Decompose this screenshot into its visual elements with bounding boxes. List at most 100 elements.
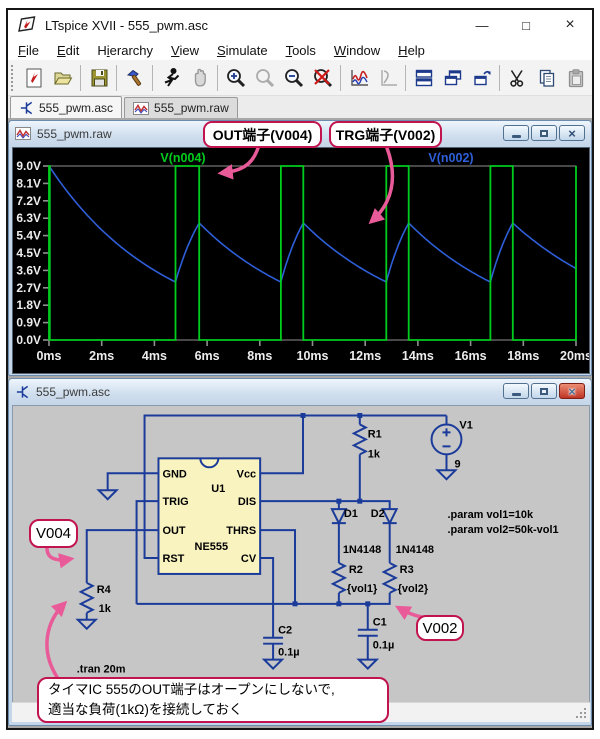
spice-error-log-button[interactable] [373, 63, 402, 93]
x-tick-label: 8ms [247, 349, 272, 363]
zoom-out-button[interactable] [279, 63, 308, 93]
legend-v-n002[interactable]: V(n002) [428, 151, 473, 165]
menu-view[interactable]: View [163, 42, 207, 59]
menu-help[interactable]: Help [390, 42, 433, 59]
waveform-window: 555_pwm.raw × 9.0V8.1V7.2V6.3V5.4V4.5V3.… [8, 120, 592, 376]
svg-text:{vol1}: {vol1} [347, 583, 378, 595]
wave-restore-button[interactable] [531, 125, 557, 141]
schematic-icon [19, 101, 34, 115]
menu-hierarchy[interactable]: Hierarchy [89, 42, 161, 59]
legend-v-n004[interactable]: V(n004) [160, 151, 205, 165]
note-line-2: 適当な負荷(1kΩ)を接続しておく [48, 700, 243, 720]
y-tick-label: 3.6V [16, 263, 41, 277]
cascade-windows-button[interactable] [467, 63, 496, 93]
v004-callout: V004 [29, 519, 78, 548]
x-tick-label: 16ms [455, 349, 487, 363]
tile-horizontal-button[interactable] [409, 63, 438, 93]
menu-window[interactable]: Window [326, 42, 388, 59]
cascade-arrow-icon [471, 67, 493, 89]
save-floppy-icon [88, 67, 110, 89]
toolbar [8, 60, 592, 96]
ltspice-logo-icon [17, 16, 37, 34]
waveform-plot-icon [348, 67, 370, 89]
schematic-pane[interactable]: GND TRIG OUT RST Vcc DIS THRS CV U1 NE55… [12, 405, 590, 703]
plot-waveform-button[interactable] [344, 63, 373, 93]
scissors-icon [507, 67, 529, 89]
tile-vertical-button[interactable] [438, 63, 467, 93]
x-tick-label: 18ms [507, 349, 539, 363]
zoom-out-icon [283, 67, 305, 89]
resistor-r1[interactable]: R1 1k [354, 424, 382, 460]
tran-directive[interactable]: .tran 20m [77, 664, 126, 676]
trg-terminal-callout: TRG端子(V002) [329, 121, 442, 148]
pan-button[interactable] [185, 63, 214, 93]
svg-text:R4: R4 [97, 584, 112, 596]
open-button[interactable] [48, 63, 77, 93]
tab-555-pwm-asc[interactable]: 555_pwm.asc [10, 96, 122, 118]
x-tick-label: 2ms [89, 349, 114, 363]
svg-text:NE555: NE555 [195, 541, 229, 553]
svg-text:V1: V1 [459, 419, 472, 431]
y-tick-label: 1.8V [16, 298, 41, 312]
wires[interactable] [87, 415, 447, 659]
cut-button[interactable] [503, 63, 532, 93]
tile-horizontal-icon [413, 67, 435, 89]
param-directive-1[interactable]: .param vol1=10k [447, 509, 533, 521]
zoom-full-extents-button[interactable] [308, 63, 337, 93]
menu-file[interactable]: File [10, 42, 47, 59]
svg-text:R2: R2 [349, 564, 363, 576]
resistor-r2[interactable]: R2 {vol1} [333, 563, 378, 595]
capacitor-c2[interactable]: C2 0.1µ [263, 625, 299, 659]
param-directive-2[interactable]: .param vol2=50k-vol1 [447, 524, 558, 536]
schematic-canvas[interactable]: GND TRIG OUT RST Vcc DIS THRS CV U1 NE55… [13, 406, 589, 702]
schematic-icon [15, 385, 30, 399]
menu-edit[interactable]: Edit [49, 42, 87, 59]
tab-555-pwm-raw[interactable]: 555_pwm.raw [124, 97, 238, 118]
new-schematic-button[interactable] [19, 63, 48, 93]
title-bar[interactable]: LTspice XVII - 555_pwm.asc — □ × [8, 10, 592, 40]
close-button[interactable]: × [548, 10, 592, 40]
run-button[interactable] [156, 63, 185, 93]
svg-text:U1: U1 [211, 483, 225, 495]
zoom-in-button[interactable] [221, 63, 250, 93]
svg-text:RST: RST [162, 553, 184, 565]
resistor-r4[interactable]: R4 1k [81, 583, 112, 615]
waveform-icon [133, 102, 149, 115]
ic-ne555[interactable]: GND TRIG OUT RST Vcc DIS THRS CV U1 NE55… [158, 458, 260, 574]
menu-simulate[interactable]: Simulate [209, 42, 276, 59]
svg-text:1N4148: 1N4148 [396, 544, 434, 556]
y-tick-label: 4.5V [16, 246, 41, 260]
paste-button[interactable] [561, 63, 590, 93]
control-panel-button[interactable] [120, 63, 149, 93]
y-tick-label: 2.7V [16, 281, 41, 295]
wave-close-button[interactable]: × [559, 125, 585, 141]
resistor-r3[interactable]: R3 {vol2} [384, 563, 429, 595]
paste-icon-disabled [565, 67, 587, 89]
x-tick-label: 6ms [195, 349, 220, 363]
cascade-icon [442, 67, 464, 89]
minimize-button[interactable]: — [460, 10, 504, 40]
x-tick-label: 4ms [142, 349, 167, 363]
svg-text:1k: 1k [99, 603, 112, 615]
note-callout: タイマIC 555のOUT端子はオープンにしないで, 適当な負荷(1kΩ)を接続… [37, 677, 389, 723]
menu-tools[interactable]: Tools [278, 42, 324, 59]
capacitor-c1[interactable]: C1 0.1µ [358, 617, 394, 652]
waveform-pane[interactable]: 9.0V8.1V7.2V6.3V5.4V4.5V3.6V2.7V1.8V0.9V… [12, 147, 590, 374]
copy-button[interactable] [532, 63, 561, 93]
window-title: LTspice XVII - 555_pwm.asc [45, 18, 208, 33]
menu-bar: FileEditHierarchyViewSimulateToolsWindow… [8, 40, 592, 60]
svg-text:GND: GND [162, 468, 186, 480]
wave-minimize-button[interactable] [503, 125, 529, 141]
schematic-window-titlebar[interactable]: 555_pwm.asc × [9, 379, 591, 404]
resize-grip[interactable] [584, 716, 586, 718]
y-tick-label: 8.1V [16, 176, 41, 190]
voltage-source-v1[interactable]: V1 9 [432, 419, 473, 470]
schem-close-button[interactable]: × [559, 383, 585, 399]
schem-minimize-button[interactable] [503, 383, 529, 399]
save-button[interactable] [84, 63, 113, 93]
zoom-area-button[interactable] [250, 63, 279, 93]
toolbar-grip[interactable] [11, 65, 15, 91]
maximize-button[interactable]: □ [504, 10, 548, 40]
schem-restore-button[interactable] [531, 383, 557, 399]
waveform-plot[interactable]: 9.0V8.1V7.2V6.3V5.4V4.5V3.6V2.7V1.8V0.9V… [13, 148, 589, 373]
